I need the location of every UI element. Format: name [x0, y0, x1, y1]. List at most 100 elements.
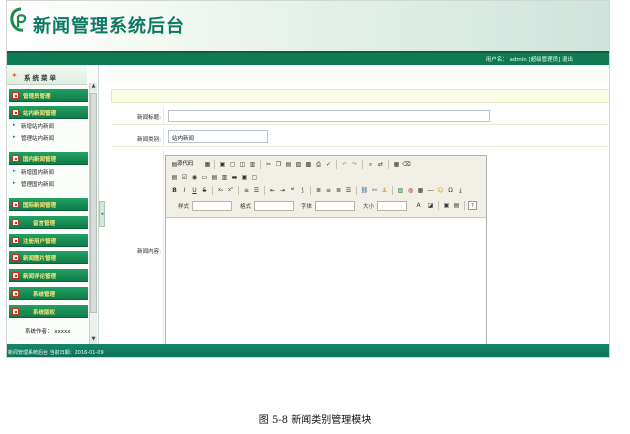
- menu-item-admin[interactable]: 管理员管理: [9, 89, 88, 102]
- flash-icon[interactable]: ◍: [406, 186, 415, 195]
- submenu-manage-site-news[interactable]: ▸ 管理站内新闻: [11, 132, 87, 143]
- copy-icon[interactable]: ❐: [274, 160, 283, 169]
- form-row-title: 新闻标题:: [111, 107, 609, 125]
- sidebar-collapse-handle[interactable]: ◂: [99, 201, 105, 227]
- strikethrough-icon[interactable]: S: [200, 186, 209, 195]
- editor-content-area[interactable]: [166, 218, 486, 349]
- menu-item-domestic-news[interactable]: 国内新闻管理: [9, 152, 88, 165]
- remove-format-icon[interactable]: ⌫: [402, 160, 411, 169]
- submenu-manage-domestic-news[interactable]: ▸ 管理国内新闻: [11, 178, 87, 189]
- style-label: 样式: [178, 204, 190, 210]
- unlink-icon[interactable]: ⚯: [370, 186, 379, 195]
- print-icon[interactable]: ⎙: [314, 160, 323, 169]
- anchor-icon[interactable]: ⚓: [380, 186, 389, 195]
- submenu-label: 管理站内新闻: [21, 136, 55, 142]
- align-justify-icon[interactable]: ☰: [344, 186, 353, 195]
- form-icon[interactable]: ▤: [170, 173, 179, 182]
- templates-icon[interactable]: ▥: [248, 160, 257, 169]
- div-container-icon[interactable]: ⟆: [298, 186, 307, 195]
- show-blocks-icon[interactable]: ▤: [452, 201, 461, 210]
- button-field-icon[interactable]: ▬: [230, 173, 239, 182]
- blockquote-icon[interactable]: ❝: [288, 186, 297, 195]
- scroll-down-icon[interactable]: ▼: [90, 336, 97, 344]
- menu-item-site-news[interactable]: 站内新闻管理: [9, 106, 88, 119]
- bullet-list-icon[interactable]: ☰: [252, 186, 261, 195]
- textfield-icon[interactable]: ▭: [200, 173, 209, 182]
- save-icon[interactable]: ▣: [218, 160, 227, 169]
- undo-icon[interactable]: ↶: [340, 160, 349, 169]
- menu-item-label: 新闻图片管理: [23, 256, 57, 262]
- paste-word-icon[interactable]: ▩: [304, 160, 313, 169]
- replace-icon[interactable]: ⇄: [376, 160, 385, 169]
- paste-text-icon[interactable]: ▧: [294, 160, 303, 169]
- style-dropdown[interactable]: [192, 201, 232, 211]
- preview-icon[interactable]: ◫: [238, 160, 247, 169]
- spellcheck-icon[interactable]: ✓: [324, 160, 333, 169]
- image-button-icon[interactable]: ▣: [240, 173, 249, 182]
- figure-caption: 图 5-8 新闻类别管理模块: [258, 415, 372, 426]
- menu-box-icon: [12, 254, 19, 261]
- toolbar-separator: [310, 186, 311, 195]
- link-icon[interactable]: ⛓: [360, 186, 369, 195]
- smiley-icon[interactable]: ☺: [436, 186, 445, 195]
- title-input[interactable]: [168, 110, 490, 122]
- menu-item-intl-news[interactable]: 国际新闻管理: [9, 198, 88, 211]
- page-break-icon[interactable]: ⤓: [456, 186, 465, 195]
- menu-item-copyright[interactable]: 系统版权: [9, 305, 88, 318]
- text-color-icon[interactable]: A: [414, 201, 423, 210]
- document-props-icon[interactable]: ▦: [203, 160, 212, 169]
- select-field-icon[interactable]: ▥: [220, 173, 229, 182]
- align-left-icon[interactable]: ≣: [314, 186, 323, 195]
- radio-icon[interactable]: ◉: [190, 173, 199, 182]
- special-char-icon[interactable]: Ω: [446, 186, 455, 195]
- sidebar-scrollbar[interactable]: ▲ ▼: [89, 83, 97, 344]
- new-page-icon[interactable]: ▢: [228, 160, 237, 169]
- indent-icon[interactable]: ⇥: [278, 186, 287, 195]
- horizontal-rule-icon[interactable]: ―: [426, 186, 435, 195]
- outdent-icon[interactable]: ⇤: [268, 186, 277, 195]
- menu-item-system[interactable]: 系统管理: [9, 287, 88, 300]
- subscript-icon[interactable]: x₂: [216, 186, 225, 195]
- source-button[interactable]: 源代码: [177, 160, 203, 169]
- toolbar-separator: [356, 186, 357, 195]
- menu-item-images[interactable]: 新闻图片管理: [9, 251, 88, 264]
- textarea-icon[interactable]: ▤: [210, 173, 219, 182]
- size-label: 大小: [363, 204, 375, 210]
- select-all-icon[interactable]: ▦: [392, 160, 401, 169]
- menu-item-users[interactable]: 注册用户管理: [9, 234, 88, 247]
- checkbox-icon[interactable]: ☑: [180, 173, 189, 182]
- hidden-field-icon[interactable]: ▢: [250, 173, 259, 182]
- paste-icon[interactable]: ▤: [284, 160, 293, 169]
- superscript-icon[interactable]: x²: [226, 186, 235, 195]
- cut-icon[interactable]: ✂: [264, 160, 273, 169]
- menu-item-label: 留言管理: [33, 221, 56, 227]
- image-icon[interactable]: ▨: [396, 186, 405, 195]
- italic-icon[interactable]: I: [180, 186, 189, 195]
- menu-item-comments[interactable]: 新闻评论管理: [9, 269, 88, 282]
- menu-box-icon: [12, 109, 19, 116]
- app-header: 新闻管理系统后台: [7, 1, 609, 51]
- submenu-add-site-news[interactable]: ▸ 新增站内新闻: [11, 120, 87, 131]
- help-icon[interactable]: ?: [468, 201, 477, 210]
- scroll-up-icon[interactable]: ▲: [90, 83, 97, 91]
- menu-box-icon: [12, 308, 19, 315]
- maximize-icon[interactable]: ▣: [442, 201, 451, 210]
- bold-icon[interactable]: B: [170, 186, 179, 195]
- underline-icon[interactable]: U: [190, 186, 199, 195]
- background-color-icon[interactable]: ◪: [426, 201, 435, 210]
- format-dropdown[interactable]: [254, 201, 294, 211]
- toolbar-row-3: B I U S x₂ x² ≡ ☰ ⇤ ⇥ ❝ ⟆ ≣ ≡ ≣ ☰ ⛓ ⚯ ⚓ …: [170, 186, 480, 197]
- submenu-add-domestic-news[interactable]: ▸ 新增国内新闻: [11, 166, 87, 177]
- scroll-thumb[interactable]: [90, 93, 97, 313]
- align-right-icon[interactable]: ≣: [334, 186, 343, 195]
- table-icon[interactable]: ▦: [416, 186, 425, 195]
- category-select[interactable]: 站内新闻: [168, 130, 268, 143]
- numbered-list-icon[interactable]: ≡: [242, 186, 251, 195]
- menu-item-messages[interactable]: 留言管理: [9, 216, 88, 229]
- font-dropdown[interactable]: [315, 201, 355, 211]
- size-dropdown[interactable]: [377, 201, 407, 211]
- align-center-icon[interactable]: ≡: [324, 186, 333, 195]
- redo-icon[interactable]: ↷: [350, 160, 359, 169]
- find-icon[interactable]: ⌕: [366, 160, 375, 169]
- user-info[interactable]: 用户名： admin [超级管理员] 退出: [486, 55, 573, 63]
